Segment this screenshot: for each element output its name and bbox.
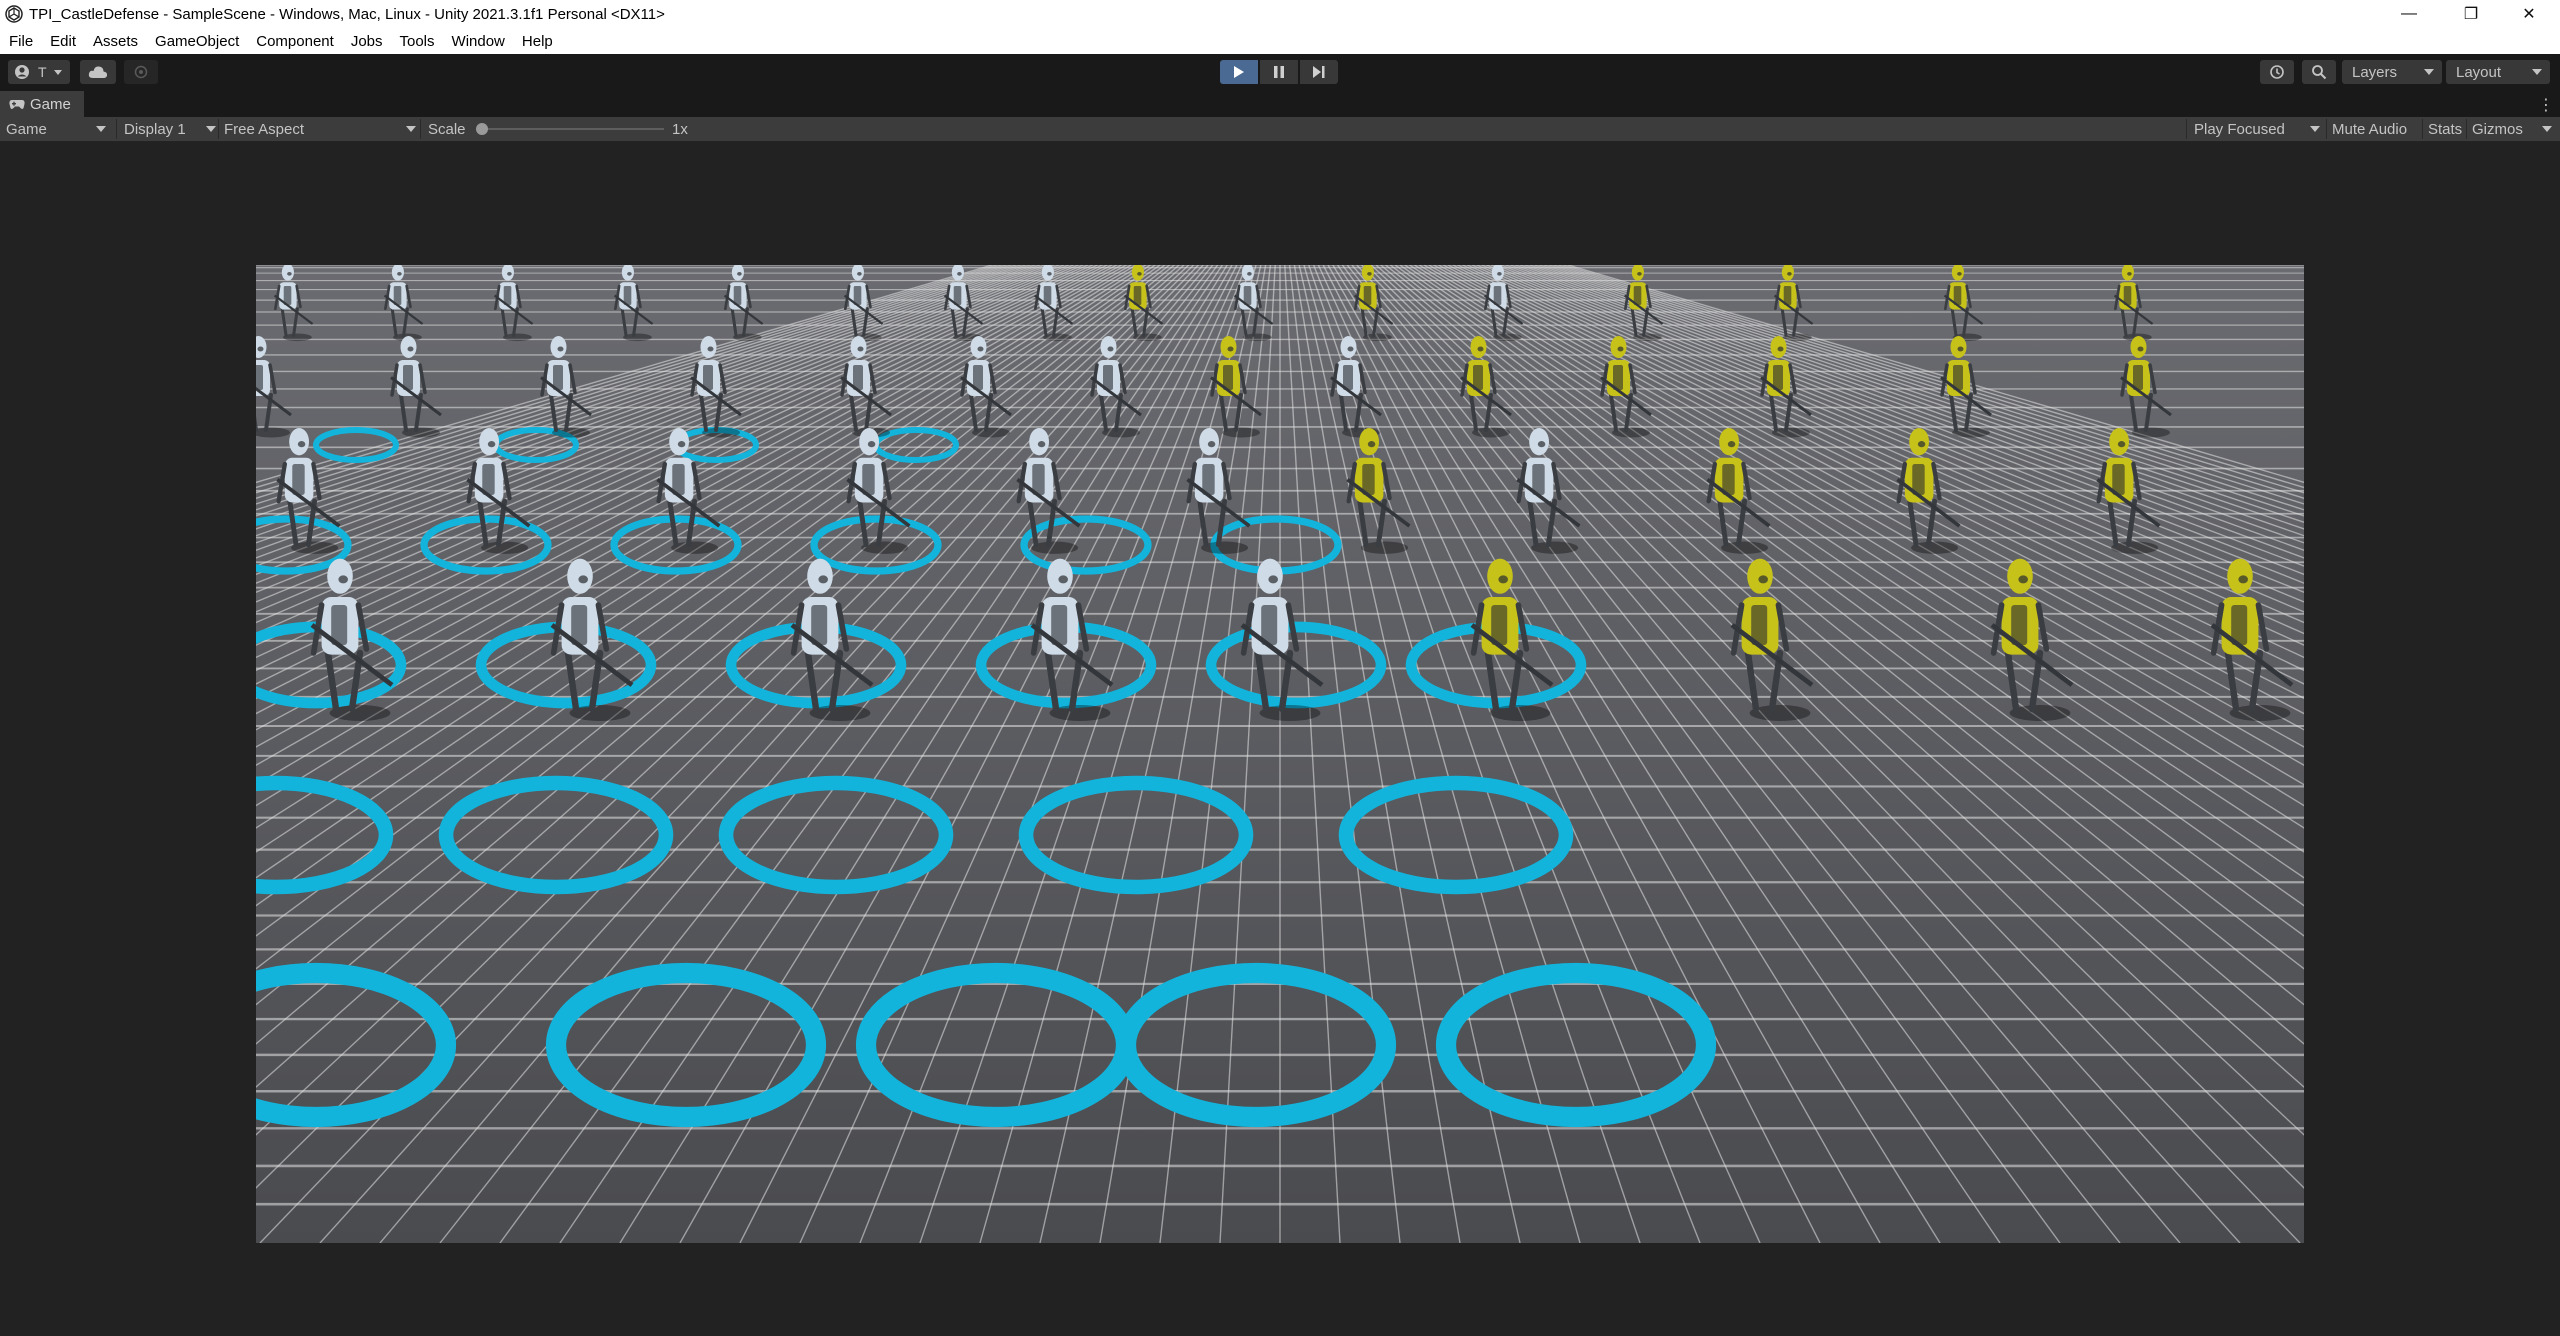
- pause-button[interactable]: [1260, 60, 1298, 84]
- menu-tools[interactable]: Tools: [391, 33, 443, 50]
- game-view-control-bar: Game Display 1 Free Aspect Scale 1x Play…: [0, 117, 2560, 142]
- mute-audio-toggle[interactable]: Mute Audio: [2332, 117, 2407, 141]
- history-icon: [2270, 65, 2284, 79]
- window-title: TPI_CastleDefense - SampleScene - Window…: [29, 5, 665, 23]
- window-title-bar: TPI_CastleDefense - SampleScene - Window…: [0, 0, 2560, 28]
- history-button[interactable]: [2260, 60, 2294, 84]
- menu-assets[interactable]: Assets: [84, 33, 146, 50]
- account-label: T: [38, 64, 47, 80]
- divider: [218, 119, 219, 139]
- menu-help[interactable]: Help: [513, 33, 561, 50]
- game-scene-render[interactable]: [256, 265, 2304, 1243]
- divider: [420, 119, 421, 139]
- chevron-down-icon: [206, 126, 216, 132]
- menu-component[interactable]: Component: [247, 33, 342, 50]
- gizmos-label: Gizmos: [2472, 120, 2523, 138]
- step-icon: [1313, 66, 1325, 78]
- divider: [2326, 119, 2327, 139]
- search-icon: [2312, 65, 2327, 80]
- divider: [2186, 119, 2187, 139]
- minimize-icon: —: [2401, 5, 2417, 22]
- aspect-dropdown[interactable]: Free Aspect: [224, 117, 416, 141]
- chevron-down-icon: [53, 69, 62, 75]
- restore-icon: ❐: [2463, 6, 2479, 23]
- unity-logo-icon: [5, 5, 23, 23]
- menu-file[interactable]: File: [0, 33, 41, 50]
- chevron-down-icon: [2532, 69, 2542, 75]
- collab-button[interactable]: [124, 60, 158, 84]
- gizmos-toggle[interactable]: Gizmos: [2472, 117, 2552, 141]
- restore-button[interactable]: ❐: [2440, 0, 2502, 28]
- main-toolbar: T Layers Layout: [0, 54, 2560, 91]
- cloud-button[interactable]: [80, 60, 116, 84]
- layout-dropdown[interactable]: Layout: [2446, 60, 2550, 84]
- cloud-icon: [88, 66, 108, 78]
- layers-dropdown[interactable]: Layers: [2342, 60, 2442, 84]
- chevron-down-icon: [2424, 69, 2434, 75]
- kebab-menu-icon[interactable]: ⋮: [2538, 95, 2554, 115]
- play-button[interactable]: [1220, 60, 1258, 84]
- search-button[interactable]: [2302, 60, 2336, 84]
- gamepad-icon: [9, 99, 25, 109]
- close-icon: ✕: [2522, 6, 2536, 23]
- menu-edit[interactable]: Edit: [41, 33, 84, 50]
- chevron-down-icon: [2310, 126, 2320, 132]
- menu-window[interactable]: Window: [443, 33, 513, 50]
- account-button[interactable]: T: [8, 60, 70, 84]
- scale-slider-track[interactable]: [484, 128, 664, 130]
- chevron-down-icon: [406, 126, 416, 132]
- play-icon: [1234, 66, 1244, 78]
- collab-icon: [134, 65, 148, 79]
- account-icon: [15, 65, 29, 79]
- scale-label: Scale: [428, 120, 466, 138]
- close-button[interactable]: ✕: [2498, 0, 2560, 28]
- scale-value: 1x: [672, 120, 688, 138]
- menu-bar: File Edit Assets GameObject Component Jo…: [0, 28, 2560, 54]
- divider: [116, 119, 117, 139]
- pause-icon: [1274, 66, 1284, 78]
- divider: [2466, 119, 2467, 139]
- menu-gameobject[interactable]: GameObject: [146, 33, 247, 50]
- layers-label: Layers: [2352, 63, 2398, 81]
- layout-label: Layout: [2456, 63, 2502, 81]
- view-mode-dropdown[interactable]: Game: [6, 117, 106, 141]
- tab-strip: Game ⋮: [0, 91, 2560, 117]
- divider: [2422, 119, 2423, 139]
- chevron-down-icon: [2542, 126, 2552, 132]
- tab-game[interactable]: Game: [0, 91, 84, 117]
- menu-jobs[interactable]: Jobs: [342, 33, 391, 50]
- view-mode-label: Game: [6, 120, 47, 138]
- display-label: Display 1: [124, 120, 186, 138]
- stats-label: Stats: [2428, 120, 2463, 138]
- tab-game-label: Game: [30, 95, 71, 113]
- minimize-button[interactable]: —: [2378, 0, 2440, 28]
- play-mode-dropdown[interactable]: Play Focused: [2194, 117, 2320, 141]
- stats-toggle[interactable]: Stats: [2428, 117, 2462, 141]
- mute-audio-label: Mute Audio: [2332, 120, 2408, 138]
- play-mode-label: Play Focused: [2194, 120, 2285, 138]
- step-button[interactable]: [1300, 60, 1338, 84]
- display-dropdown[interactable]: Display 1: [124, 117, 216, 141]
- chevron-down-icon: [96, 126, 106, 132]
- scale-slider-thumb[interactable]: [476, 123, 488, 135]
- aspect-label: Free Aspect: [224, 120, 305, 138]
- game-viewport[interactable]: [256, 265, 2304, 1243]
